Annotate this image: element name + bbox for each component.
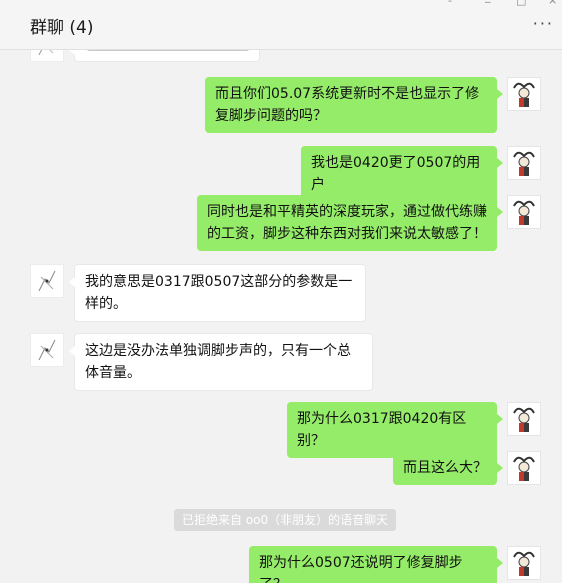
- message-bubble-sent[interactable]: 而且这么大？: [393, 451, 503, 485]
- system-notice: 已拒绝来自 oo0（非朋友）的语音聊天: [174, 509, 397, 531]
- avatar[interactable]: [507, 146, 541, 180]
- avatar[interactable]: [30, 264, 64, 298]
- message-bubble-sent[interactable]: 同时也是和平精英的深度玩家，通过做代练赚的工资，脚步这种东西对我们来说太敏感了！: [197, 195, 503, 251]
- chat-header: 群聊 (4) - _ □ × ···: [0, 0, 562, 50]
- sketch-avatar-icon: [38, 339, 56, 361]
- message-bubble-partial[interactable]: [69, 50, 260, 62]
- clipped-text: [87, 50, 249, 51]
- avatar[interactable]: [30, 50, 64, 62]
- message-bubble-sent[interactable]: 那为什么0507还说明了修复脚步了？: [249, 546, 503, 583]
- sketch-avatar-icon: [38, 270, 56, 292]
- message-bubble-sent[interactable]: 而且你们05.07系统更新时不是也显示了修复脚步问题的吗？: [205, 77, 503, 133]
- jester-avatar-icon: [513, 407, 535, 432]
- jester-avatar-icon: [513, 200, 535, 225]
- sketch-avatar-icon: [38, 50, 54, 56]
- more-options-button[interactable]: ···: [533, 16, 554, 32]
- close-button[interactable]: ×: [548, 0, 557, 6]
- message-bubble-sent[interactable]: 那为什么0317跟0420有区别？: [287, 402, 503, 458]
- message-list[interactable]: 而且你们05.07系统更新时不是也显示了修复脚步问题的吗？ 我也是0420更了0…: [0, 50, 562, 583]
- pin-button[interactable]: -: [448, 0, 452, 6]
- avatar[interactable]: [507, 77, 541, 111]
- minimize-button[interactable]: _: [485, 0, 491, 2]
- maximize-button[interactable]: □: [516, 0, 526, 6]
- avatar[interactable]: [507, 402, 541, 436]
- jester-avatar-icon: [513, 82, 535, 107]
- avatar[interactable]: [30, 333, 64, 367]
- message-bubble-received[interactable]: 我的意思是0317跟0507这部分的参数是一样的。: [69, 264, 366, 322]
- jester-avatar-icon: [513, 456, 535, 481]
- chat-title[interactable]: 群聊 (4): [30, 13, 93, 38]
- message-bubble-received[interactable]: 这边是没办法单独调脚步声的，只有一个总体音量。: [69, 333, 373, 391]
- avatar[interactable]: [507, 451, 541, 485]
- avatar[interactable]: [507, 546, 541, 580]
- message-bubble-sent[interactable]: 我也是0420更了0507的用户: [301, 146, 503, 202]
- avatar[interactable]: [507, 195, 541, 229]
- jester-avatar-icon: [513, 551, 535, 576]
- jester-avatar-icon: [513, 151, 535, 176]
